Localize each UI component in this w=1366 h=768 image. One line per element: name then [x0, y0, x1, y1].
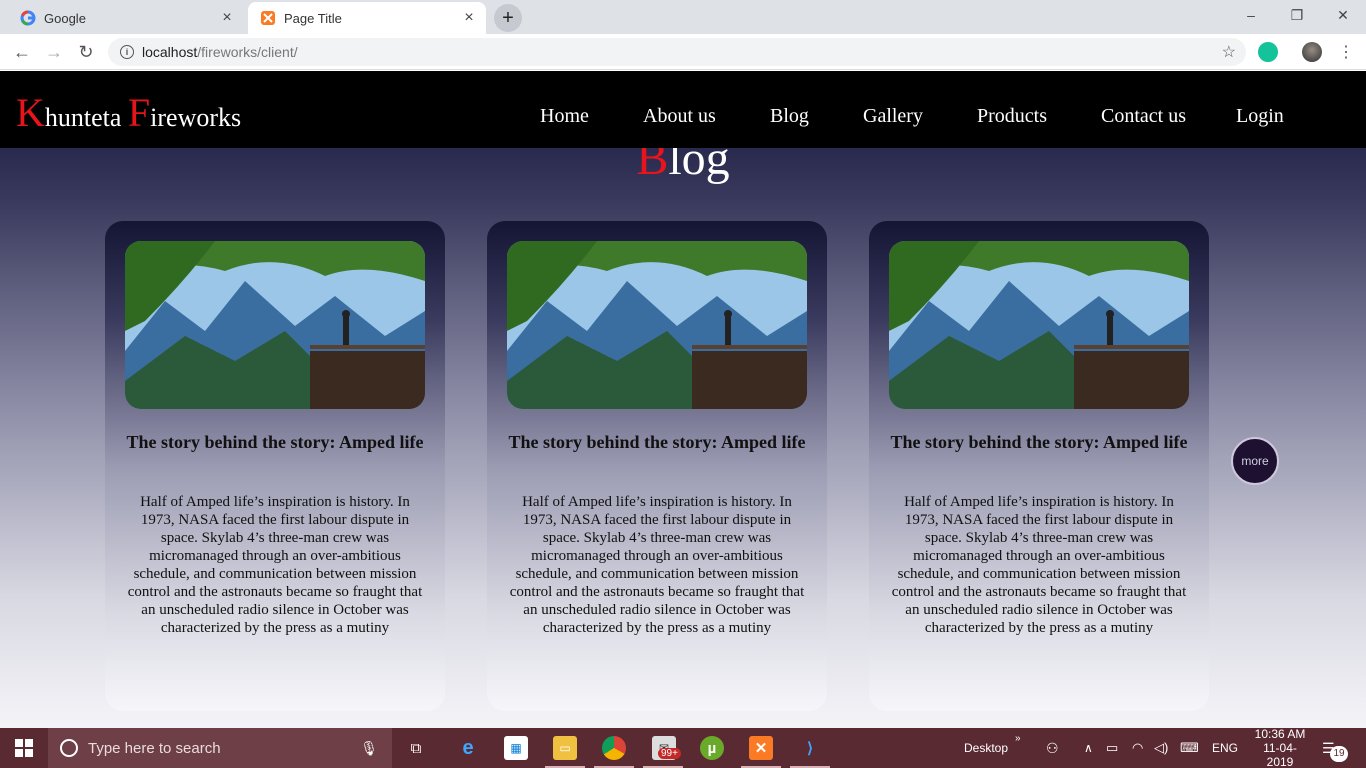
xampp-favicon-icon — [260, 10, 276, 26]
blog-card[interactable]: The story behind the story: Amped life H… — [105, 221, 445, 711]
nav-products[interactable]: Products — [977, 105, 1047, 128]
nav-contact-us[interactable]: Contact us — [1101, 105, 1186, 128]
blog-card-image — [125, 241, 425, 409]
nav-blog[interactable]: Blog — [770, 105, 809, 128]
volume-icon[interactable]: ◁) — [1154, 728, 1168, 768]
language-indicator[interactable]: ENG — [1212, 728, 1238, 768]
new-tab-button[interactable]: + — [494, 4, 522, 32]
taskbar: Type here to search 🎙 ⧉ e ▦ ▭ ✉ 99+ µ ✕ … — [0, 727, 1366, 768]
logo-text-hunteta: hunteta — [44, 103, 128, 132]
tab-google[interactable]: Google × — [8, 2, 244, 34]
menu-kebab-icon[interactable]: ⋮ — [1334, 40, 1358, 64]
show-hidden-icons[interactable]: ∧ — [1084, 728, 1093, 768]
reload-icon[interactable]: ↻ — [74, 40, 98, 64]
minimize-icon[interactable]: – — [1228, 0, 1274, 30]
url-path: /fireworks/client/ — [197, 44, 298, 60]
edge-icon[interactable]: e — [456, 736, 480, 760]
mail-badge: 99+ — [658, 748, 681, 759]
more-button[interactable]: more — [1231, 437, 1279, 485]
task-view-icon[interactable]: ⧉ — [404, 736, 428, 760]
blog-card-title[interactable]: The story behind the story: Amped life — [889, 431, 1189, 453]
nav-about-us[interactable]: About us — [643, 105, 716, 128]
nav-gallery[interactable]: Gallery — [863, 105, 923, 128]
bookmark-star-icon[interactable]: ☆ — [1222, 42, 1236, 62]
site-header: Khunteta Fireworks Home About us Blog Ga… — [0, 71, 1366, 148]
vscode-icon[interactable]: ⟩ — [798, 736, 822, 760]
chrome-icon[interactable] — [602, 736, 626, 760]
blog-card-title[interactable]: The story behind the story: Amped life — [507, 431, 807, 453]
notification-count-badge: 19 — [1330, 746, 1348, 762]
tab-strip: Google × Page Title × + – ❐ ✕ — [0, 0, 1366, 34]
google-favicon-icon — [20, 10, 36, 26]
keyboard-icon[interactable]: ⌨ — [1180, 728, 1199, 768]
profile-avatar-icon[interactable] — [1302, 42, 1322, 62]
clock-date: 11-04-2019 — [1263, 741, 1297, 768]
desktop-toolbar-label[interactable]: Desktop — [964, 728, 1008, 768]
microphone-icon[interactable]: 🎙 — [360, 740, 378, 757]
close-tab-icon[interactable]: × — [216, 9, 238, 27]
forward-icon[interactable]: → — [42, 40, 66, 64]
web-page: Khunteta Fireworks Home About us Blog Ga… — [0, 71, 1366, 728]
clock-time: 10:36 AM — [1254, 727, 1306, 741]
xampp-icon[interactable]: ✕ — [749, 736, 773, 760]
utorrent-icon[interactable]: µ — [700, 736, 724, 760]
nav-home[interactable]: Home — [540, 105, 589, 128]
cortana-icon — [60, 739, 78, 757]
file-explorer-icon[interactable]: ▭ — [553, 736, 577, 760]
tab-title: Google — [44, 10, 86, 26]
tab-page-title[interactable]: Page Title × — [248, 2, 486, 34]
grammarly-extension-icon[interactable] — [1258, 42, 1278, 62]
url-host: localhost — [142, 44, 198, 60]
logo-letter-k: K — [16, 90, 45, 135]
close-tab-icon[interactable]: × — [458, 9, 480, 27]
blog-card-image — [889, 241, 1189, 409]
blog-card[interactable]: The story behind the story: Amped life H… — [869, 221, 1209, 711]
store-icon[interactable]: ▦ — [504, 736, 528, 760]
blog-card-body: Half of Amped life’s inspiration is hist… — [127, 494, 423, 636]
wifi-icon[interactable]: ◠ — [1132, 728, 1143, 768]
browser-toolbar: ← → ↻ i localhost/fireworks/client/ ☆ ⋮ — [0, 34, 1366, 70]
nav-login[interactable]: Login — [1236, 105, 1284, 128]
address-bar[interactable]: i localhost/fireworks/client/ ☆ — [108, 38, 1246, 66]
blog-card-title[interactable]: The story behind the story: Amped life — [125, 431, 425, 453]
toolbar-expand-icon[interactable]: » — [1015, 728, 1021, 748]
clock[interactable]: 10:36 AM 11-04-2019 — [1250, 727, 1310, 768]
blog-card[interactable]: The story behind the story: Amped life H… — [487, 221, 827, 711]
blog-card-image — [507, 241, 807, 409]
taskbar-search[interactable]: Type here to search 🎙 — [48, 728, 392, 768]
tab-title: Page Title — [284, 10, 342, 26]
battery-icon[interactable]: ▭ — [1106, 728, 1118, 768]
logo-text-ireworks: ireworks — [150, 103, 242, 132]
close-window-icon[interactable]: ✕ — [1320, 0, 1366, 30]
blog-card-body: Half of Amped life’s inspiration is hist… — [891, 494, 1187, 636]
site-info-icon[interactable]: i — [120, 45, 134, 59]
blog-card-body: Half of Amped life’s inspiration is hist… — [509, 494, 805, 636]
restore-icon[interactable]: ❐ — [1274, 0, 1320, 30]
windows-start-icon[interactable] — [0, 728, 48, 768]
site-logo[interactable]: Khunteta Fireworks — [16, 89, 241, 136]
search-placeholder: Type here to search — [88, 739, 221, 757]
logo-letter-f: F — [127, 90, 151, 135]
people-icon[interactable]: ⚇ — [1046, 728, 1059, 768]
back-icon[interactable]: ← — [10, 40, 34, 64]
